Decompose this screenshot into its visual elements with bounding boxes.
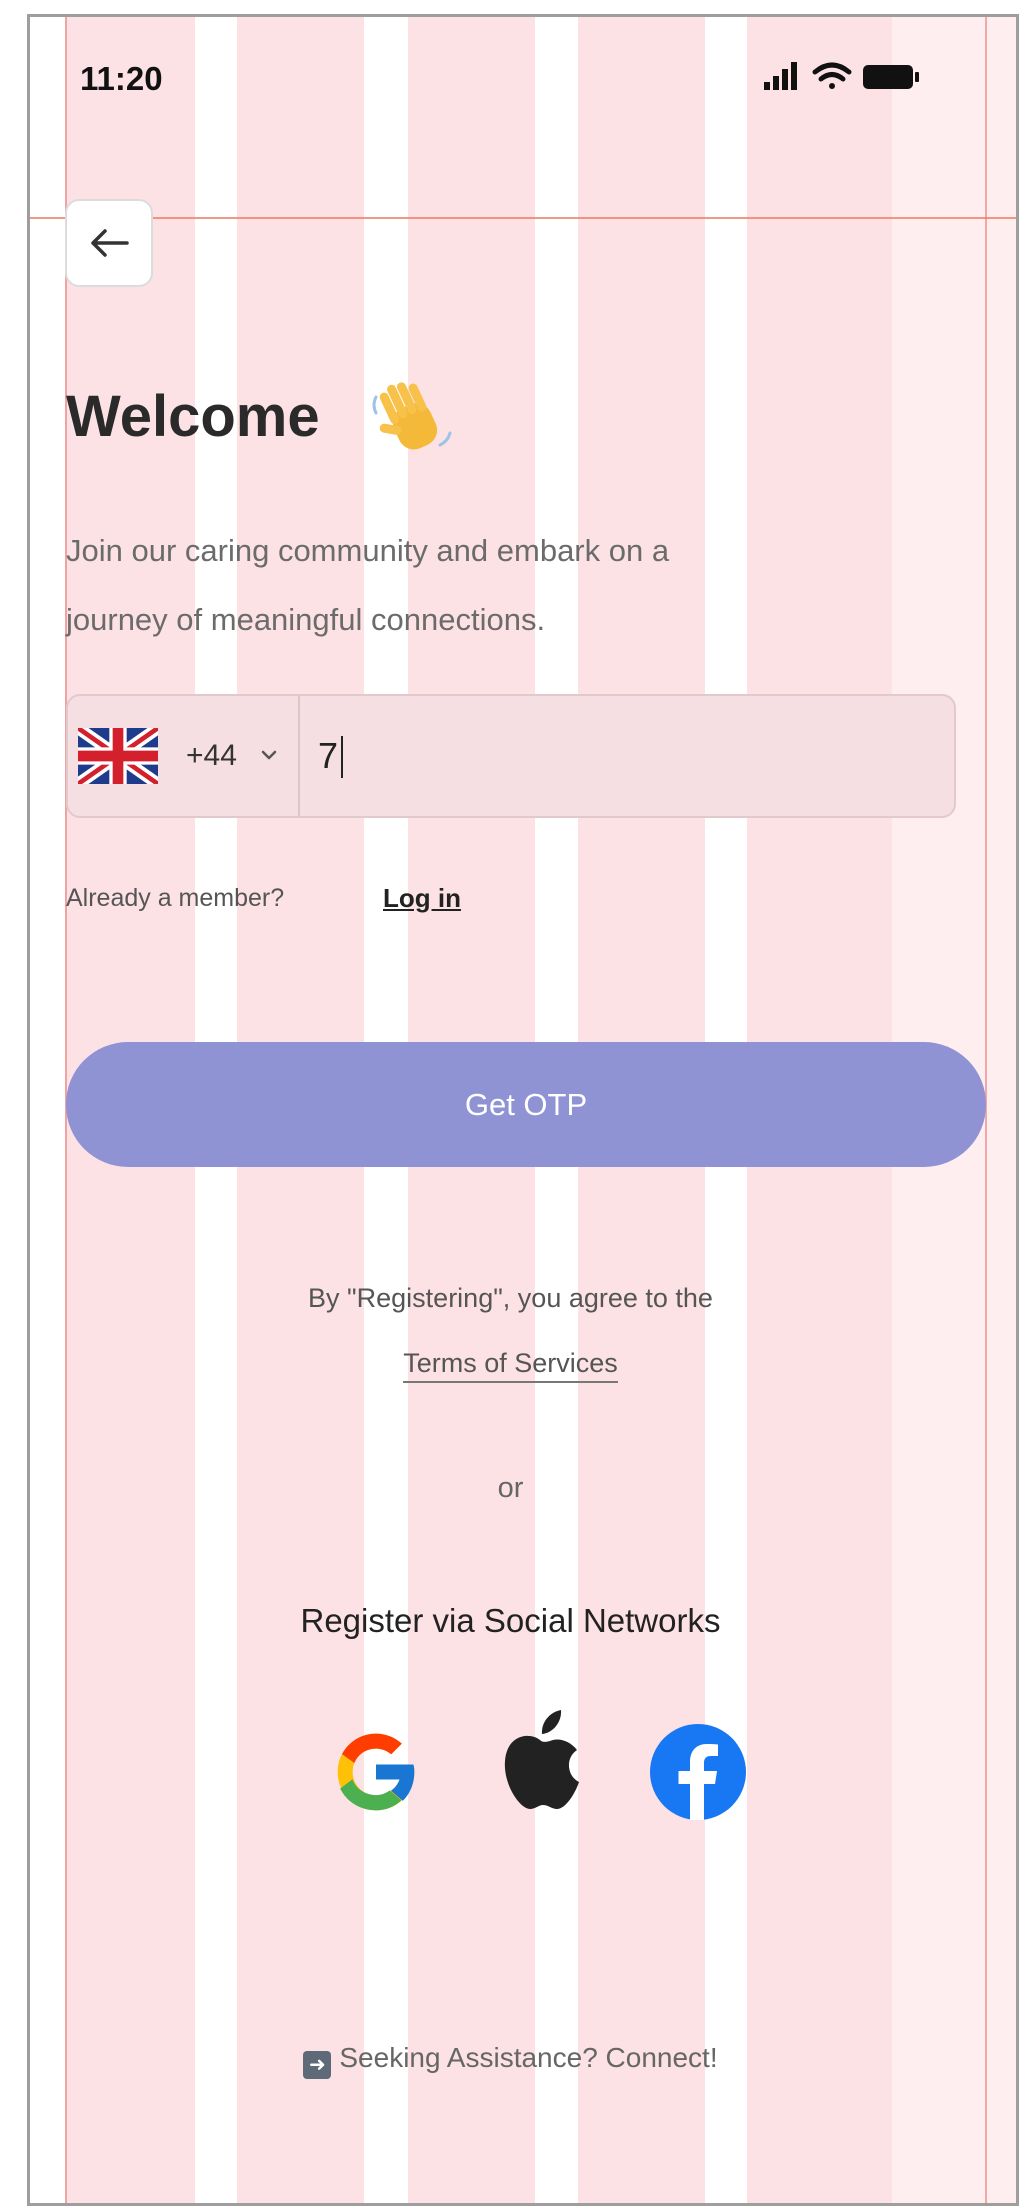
text-caret — [341, 736, 343, 778]
arrow-right-box-icon: ➜ — [303, 2051, 332, 2079]
subtitle-line: Join our caring community and embark on … — [66, 533, 670, 568]
waving-hand-icon — [372, 382, 452, 450]
assistance-label: Seeking Assistance? Connect! — [339, 2042, 718, 2073]
phone-input[interactable] — [318, 726, 918, 786]
google-icon[interactable] — [326, 1722, 426, 1822]
header-guide-line — [30, 217, 1016, 219]
social-register-title: Register via Social Networks — [300, 1602, 721, 1639]
terms-container: Terms of Services — [0, 1348, 1021, 1383]
page-title: Welcome — [66, 384, 320, 449]
chevron-down-icon — [261, 750, 277, 760]
get-otp-button[interactable]: Get OTP — [66, 1042, 986, 1167]
battery-icon — [863, 65, 919, 89]
terms-agreement-text: By "Registering", you agree to the — [308, 1283, 713, 1313]
or-divider: or — [497, 1472, 524, 1504]
signal-icon — [764, 62, 797, 90]
facebook-icon[interactable] — [648, 1722, 748, 1822]
login-link[interactable]: Log in — [383, 883, 461, 914]
back-button[interactable] — [65, 199, 153, 287]
dial-code: +44 — [186, 739, 237, 772]
status-time: 11:20 — [80, 60, 163, 97]
assistance-link[interactable]: ➜ Seeking Assistance? Connect! — [0, 2042, 1021, 2079]
arrow-left-icon — [91, 229, 129, 257]
uk-flag-icon — [78, 728, 158, 784]
country-code-picker[interactable]: +44 — [68, 696, 300, 816]
subtitle-line: journey of meaningful connections. — [66, 602, 546, 637]
wifi-icon — [812, 62, 852, 89]
status-icons — [764, 62, 919, 90]
phone-number-field: +44 — [66, 694, 956, 818]
apple-icon[interactable] — [495, 1706, 585, 1816]
member-prompt: Already a member? — [66, 884, 285, 912]
terms-of-service-link[interactable]: Terms of Services — [403, 1348, 618, 1383]
